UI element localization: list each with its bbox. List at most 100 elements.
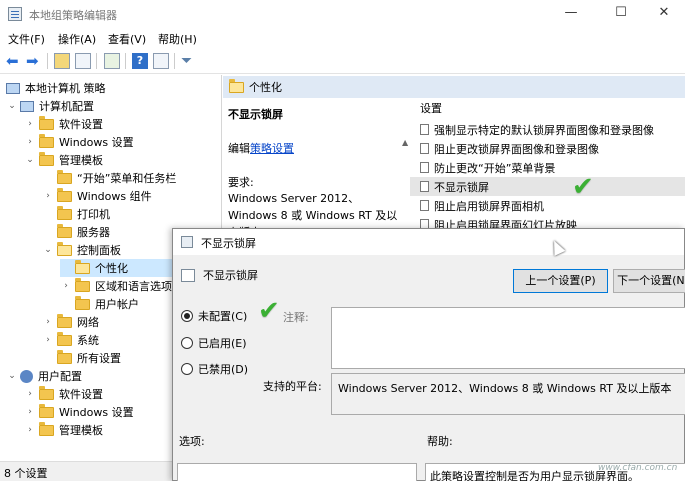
policy-icon xyxy=(420,143,429,154)
tree-item-control-panel[interactable]: ⌄ 控制面板 xyxy=(42,241,121,259)
list-item[interactable]: 强制显示特定的默认锁屏界面图像和登录图像 xyxy=(410,120,685,139)
title-bar: 本地组策略编辑器 — ☐ ✕ xyxy=(0,0,685,28)
folder-icon xyxy=(75,277,90,292)
chevron-right-icon[interactable]: › xyxy=(42,335,54,345)
tree-item-software[interactable]: › 软件设置 xyxy=(24,115,103,133)
edit-policy-line: 编辑策略设置 xyxy=(228,140,403,156)
chevron-down-icon[interactable]: ⌄ xyxy=(42,245,54,255)
next-setting-button[interactable]: 下一个设置(N) xyxy=(613,269,685,293)
tree-label: 用户配置 xyxy=(38,370,82,383)
chevron-down-icon[interactable]: ⌄ xyxy=(6,371,18,381)
chevron-right-icon[interactable]: › xyxy=(24,425,36,435)
up-folder-icon[interactable] xyxy=(54,53,70,69)
folder-icon xyxy=(57,349,72,364)
checkmark-icon: ✔ xyxy=(258,296,280,326)
chevron-right-icon[interactable]: › xyxy=(42,317,54,327)
folder-icon xyxy=(57,205,72,220)
tree-label: 管理模板 xyxy=(59,154,103,167)
menu-action[interactable]: 操作(A) xyxy=(58,31,96,47)
previous-setting-button[interactable]: 上一个设置(P) xyxy=(513,269,608,293)
radio-enabled[interactable]: 已启用(E) xyxy=(181,335,247,351)
chevron-right-icon[interactable]: › xyxy=(24,137,36,147)
list-item-selected[interactable]: 不显示锁屏 xyxy=(410,177,685,196)
policy-icon xyxy=(420,124,429,135)
tree-item-windows-components[interactable]: › Windows 组件 xyxy=(42,187,152,205)
list-item[interactable]: 阻止更改锁屏界面图像和登录图像 xyxy=(410,139,685,158)
back-icon[interactable]: ⬅ xyxy=(6,53,22,69)
tree-label: 区域和语言选项 xyxy=(95,280,172,293)
close-button[interactable]: ✕ xyxy=(641,0,685,28)
checkmark-icon: ✔ xyxy=(572,172,594,202)
computer-policy-icon xyxy=(6,82,20,94)
list-item[interactable]: 防止更改“开始”菜单背景 xyxy=(410,158,685,177)
toolbar-separator xyxy=(47,53,48,69)
radio-not-configured[interactable]: 未配置(C) xyxy=(181,308,247,324)
menu-file[interactable]: 文件(F) xyxy=(8,31,45,47)
tree-item-all-settings[interactable]: 所有设置 xyxy=(42,349,121,367)
chevron-right-icon[interactable]: › xyxy=(42,191,54,201)
tree-item-root[interactable]: 本地计算机 策略 xyxy=(4,79,106,97)
tree-label: 服务器 xyxy=(77,226,110,239)
description-scrollbar[interactable]: ▲ xyxy=(402,98,410,228)
properties-icon[interactable] xyxy=(153,53,169,69)
filter-icon[interactable]: ⏷ xyxy=(181,53,197,69)
edit-label: 编辑 xyxy=(228,142,250,155)
toolbar-separator xyxy=(125,53,126,69)
minimize-button[interactable]: — xyxy=(548,0,594,28)
folder-icon xyxy=(39,421,54,436)
status-bar: 8 个设置 xyxy=(0,461,172,481)
scroll-up-icon[interactable]: ▲ xyxy=(402,138,408,147)
tree-label: “开始”菜单和任务栏 xyxy=(77,172,177,185)
folder-open-icon xyxy=(229,78,244,93)
list-item[interactable]: 阻止启用锁屏界面相机 xyxy=(410,196,685,215)
settings-list: 设置 强制显示特定的默认锁屏界面图像和登录图像 阻止更改锁屏界面图像和登录图像 … xyxy=(410,98,685,234)
menu-help[interactable]: 帮助(H) xyxy=(158,31,197,47)
tree-label: 本地计算机 策略 xyxy=(25,82,106,95)
tree-label: 网络 xyxy=(77,316,99,329)
tree-item-system[interactable]: › 系统 xyxy=(42,331,99,349)
tree-item-user-software[interactable]: › 软件设置 xyxy=(24,385,103,403)
dialog-subtitle: 不显示锁屏 xyxy=(181,267,258,283)
folder-icon xyxy=(57,223,72,238)
forward-icon[interactable]: ➡ xyxy=(26,53,42,69)
tree-item-printers[interactable]: 打印机 xyxy=(42,205,110,223)
folder-open-icon xyxy=(75,259,90,274)
tree-label: 个性化 xyxy=(95,262,128,275)
tree-item-admin-templates[interactable]: ⌄ 管理模板 xyxy=(24,151,103,169)
settings-column-header[interactable]: 设置 xyxy=(410,98,685,120)
tree-item-computer[interactable]: ⌄ 计算机配置 xyxy=(6,97,94,115)
tree-item-user[interactable]: ⌄ 用户配置 xyxy=(6,367,82,385)
chevron-right-icon[interactable]: › xyxy=(24,407,36,417)
folder-icon xyxy=(57,169,72,184)
tree-item-user-accounts[interactable]: 用户帐户 xyxy=(60,295,139,313)
tree-item-network[interactable]: › 网络 xyxy=(42,313,99,331)
tree-item-windows-settings[interactable]: › Windows 设置 xyxy=(24,133,134,151)
tree-label: Windows 设置 xyxy=(59,136,134,149)
menu-view[interactable]: 查看(V) xyxy=(108,31,146,47)
tree-item-personalization[interactable]: 个性化 xyxy=(60,259,180,277)
chevron-down-icon[interactable]: ⌄ xyxy=(6,101,18,111)
comment-field[interactable] xyxy=(331,307,685,369)
tree-item-user-admin-templates[interactable]: › 管理模板 xyxy=(24,421,103,439)
export-list-icon[interactable] xyxy=(104,53,120,69)
policy-settings-link[interactable]: 策略设置 xyxy=(250,142,294,155)
radio-disabled[interactable]: 已禁用(D) xyxy=(181,361,248,377)
maximize-button[interactable]: ☐ xyxy=(598,0,644,28)
tree-label: 所有设置 xyxy=(77,352,121,365)
policy-icon xyxy=(181,268,195,282)
chevron-right-icon[interactable]: › xyxy=(24,389,36,399)
chevron-right-icon[interactable]: › xyxy=(60,281,72,291)
toolbar-separator xyxy=(174,53,175,69)
dialog-subtitle-label: 不显示锁屏 xyxy=(203,269,258,282)
tree-item-servers[interactable]: 服务器 xyxy=(42,223,110,241)
policy-dialog: 不显示锁屏 不显示锁屏 上一个设置(P) 下一个设置(N) 未配置(C) 已启用… xyxy=(172,228,685,481)
chevron-right-icon[interactable]: › xyxy=(24,119,36,129)
tree-item-region[interactable]: › 区域和语言选项 xyxy=(60,277,172,295)
tree-item-user-windows-settings[interactable]: › Windows 设置 xyxy=(24,403,134,421)
tree-item-start-menu[interactable]: “开始”菜单和任务栏 xyxy=(42,169,176,187)
show-hide-tree-icon[interactable] xyxy=(75,53,91,69)
computer-icon xyxy=(20,100,34,112)
help-icon[interactable]: ? xyxy=(132,53,148,69)
dialog-title: 不显示锁屏 xyxy=(201,237,256,250)
chevron-down-icon[interactable]: ⌄ xyxy=(24,155,36,165)
